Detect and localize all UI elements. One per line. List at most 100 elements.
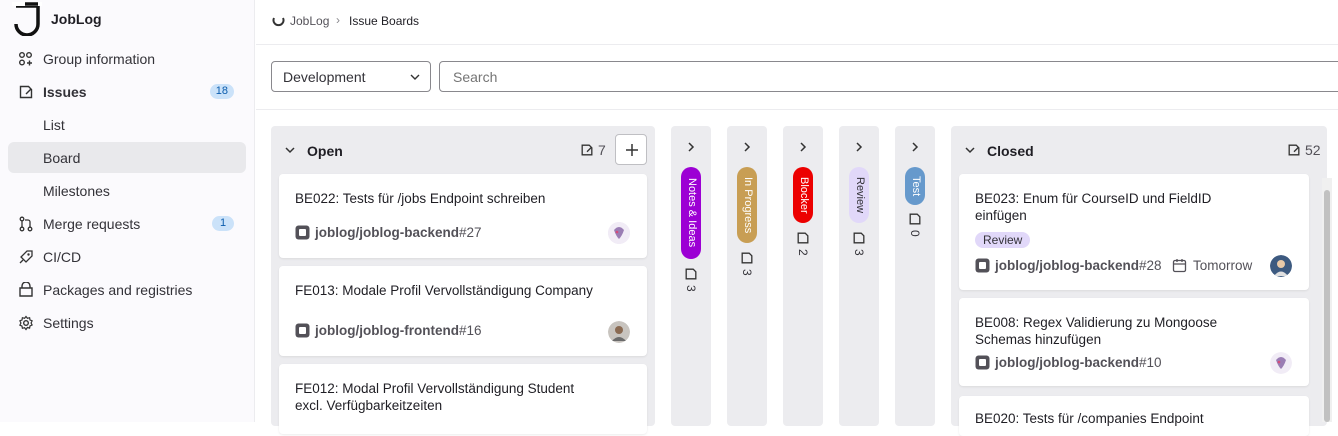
avatar-image-icon — [1270, 352, 1292, 374]
sidebar-item-packages[interactable]: Packages and registries — [8, 274, 246, 305]
list-label: Review — [849, 167, 869, 223]
breadcrumb-separator: › — [336, 13, 340, 27]
search-input[interactable] — [439, 61, 1338, 92]
issue-count-value: 3 — [852, 249, 866, 256]
sidebar-item-list[interactable]: List — [8, 109, 246, 140]
sidebar: JobLog Group information Issues 18 List … — [0, 0, 255, 422]
chevron-right-icon[interactable] — [686, 142, 696, 152]
project-icon — [975, 258, 990, 273]
issue-count-value: 3 — [684, 285, 698, 292]
app-name: JobLog — [51, 11, 102, 27]
board-list-test[interactable]: Test 0 — [895, 126, 935, 426]
sidebar-item-ci-cd[interactable]: CI/CD — [8, 241, 246, 272]
issue-count: 52 — [1287, 142, 1321, 158]
filter-bar: Development — [256, 45, 1338, 110]
board-list-blocker[interactable]: Blocker 2 — [783, 126, 823, 426]
due-date-value: Tomorrow — [1193, 258, 1253, 273]
issue-count-value: 2 — [796, 249, 810, 256]
sidebar-item-settings[interactable]: Settings — [8, 307, 246, 338]
issue-title[interactable]: FE012: Modal Profil Vervollständigung St… — [295, 380, 605, 414]
sidebar-item-label: List — [43, 117, 65, 133]
issue-number: #27 — [459, 225, 482, 240]
project-path: joblog/joblog-frontend — [315, 323, 459, 338]
calendar-icon — [1172, 259, 1187, 273]
issue-reference: joblog/joblog-backend #10 — [975, 355, 1162, 370]
board-list-notes-ideas[interactable]: Notes & Ideas 3 — [671, 126, 711, 426]
board-select[interactable]: Development — [271, 61, 431, 92]
due-date: Tomorrow — [1172, 258, 1252, 273]
chevron-right-icon[interactable] — [854, 142, 864, 152]
issue-title[interactable]: FE013: Modale Profil Vervollständigung C… — [295, 282, 595, 299]
board-list-review[interactable]: Review 3 — [839, 126, 879, 426]
issue-number: #28 — [1139, 258, 1162, 273]
board-list-in-progress[interactable]: In Progress 3 — [727, 126, 767, 426]
issues-icon — [797, 232, 809, 244]
chevron-down-icon[interactable] — [285, 145, 295, 155]
issue-card[interactable]: BE023: Enum für CourseID und FieldID ein… — [959, 174, 1309, 290]
project-icon — [295, 225, 310, 240]
avatar[interactable] — [1270, 255, 1292, 277]
plus-icon — [626, 144, 638, 156]
list-title: Open — [307, 143, 343, 159]
issue-card[interactable]: FE013: Modale Profil Vervollständigung C… — [279, 266, 647, 356]
sidebar-item-group-information[interactable]: Group information — [8, 43, 246, 74]
project-icon — [295, 323, 310, 338]
sidebar-item-merge-requests[interactable]: Merge requests 1 — [8, 208, 246, 239]
group-icon — [19, 52, 32, 66]
chevron-right-icon[interactable] — [798, 142, 808, 152]
chevron-right-icon[interactable] — [742, 142, 752, 152]
issue-count: 3 — [740, 251, 754, 276]
sidebar-item-board[interactable]: Board — [8, 142, 246, 173]
issue-card[interactable]: BE008: Regex Validierung zu Mongoose Sch… — [959, 298, 1309, 386]
chevron-down-icon — [410, 74, 420, 80]
avatar-image-icon — [1270, 255, 1292, 277]
sidebar-item-milestones[interactable]: Milestones — [8, 175, 246, 206]
label-review[interactable]: Review — [975, 232, 1031, 248]
issue-card[interactable]: FE012: Modal Profil Vervollständigung St… — [279, 364, 647, 434]
chevron-right-icon[interactable] — [910, 142, 920, 152]
sidebar-item-label: Merge requests — [43, 216, 141, 232]
issue-count: 2 — [796, 231, 810, 256]
add-issue-button[interactable] — [615, 134, 647, 165]
sidebar-item-label: Packages and registries — [43, 282, 193, 298]
issue-reference: joblog/joblog-backend #27 — [295, 225, 482, 240]
joblog-logo-icon — [272, 17, 285, 27]
project-path: joblog/joblog-backend — [315, 225, 459, 240]
scrollbar-thumb[interactable] — [1324, 190, 1330, 422]
issue-count: 3 — [852, 231, 866, 256]
brand[interactable]: JobLog — [0, 0, 255, 40]
issue-title[interactable]: BE008: Regex Validierung zu Mongoose Sch… — [975, 314, 1265, 348]
issue-number: #16 — [458, 323, 482, 338]
list-header: Closed 52 — [951, 126, 1327, 174]
joblog-logo-icon — [12, 2, 42, 36]
issue-count-value: 52 — [1305, 142, 1321, 158]
issues-icon — [581, 144, 593, 156]
merge-requests-count-badge: 1 — [212, 216, 234, 231]
issue-number: #10 — [1139, 355, 1162, 370]
issue-count-value: 3 — [740, 269, 754, 276]
sidebar-item-label: Issues — [43, 84, 87, 100]
breadcrumb-current[interactable]: Issue Boards — [349, 14, 419, 28]
issue-title[interactable]: BE020: Tests für /companies Endpoint — [975, 410, 1204, 427]
avatar[interactable] — [1270, 352, 1292, 374]
issue-card[interactable]: BE020: Tests für /companies Endpoint — [959, 396, 1309, 436]
project-path: joblog/joblog-backend — [995, 355, 1139, 370]
sidebar-item-issues[interactable]: Issues 18 — [8, 76, 246, 107]
issues-icon — [1288, 144, 1300, 156]
avatar[interactable] — [608, 321, 630, 343]
issue-board: Open 7 BE022: Tests für /jobs Endpoint s… — [256, 110, 1338, 436]
rocket-icon — [19, 250, 33, 264]
package-icon — [19, 282, 33, 297]
avatar[interactable] — [608, 222, 630, 244]
issue-title[interactable]: BE023: Enum für CourseID und FieldID ein… — [975, 190, 1255, 224]
issue-card[interactable]: BE022: Tests für /jobs Endpoint schreibe… — [279, 174, 647, 258]
breadcrumb-root[interactable]: JobLog — [290, 14, 329, 28]
chevron-down-icon[interactable] — [965, 145, 975, 155]
issue-count: 3 — [684, 267, 698, 292]
closed-list-scrollbar[interactable] — [1322, 178, 1332, 422]
sidebar-item-label: Settings — [43, 315, 94, 331]
issue-title[interactable]: BE022: Tests für /jobs Endpoint schreibe… — [295, 190, 545, 207]
list-label: Test — [905, 167, 925, 205]
sidebar-item-label: Board — [43, 150, 81, 166]
issue-reference: joblog/joblog-frontend #16 — [295, 323, 482, 338]
